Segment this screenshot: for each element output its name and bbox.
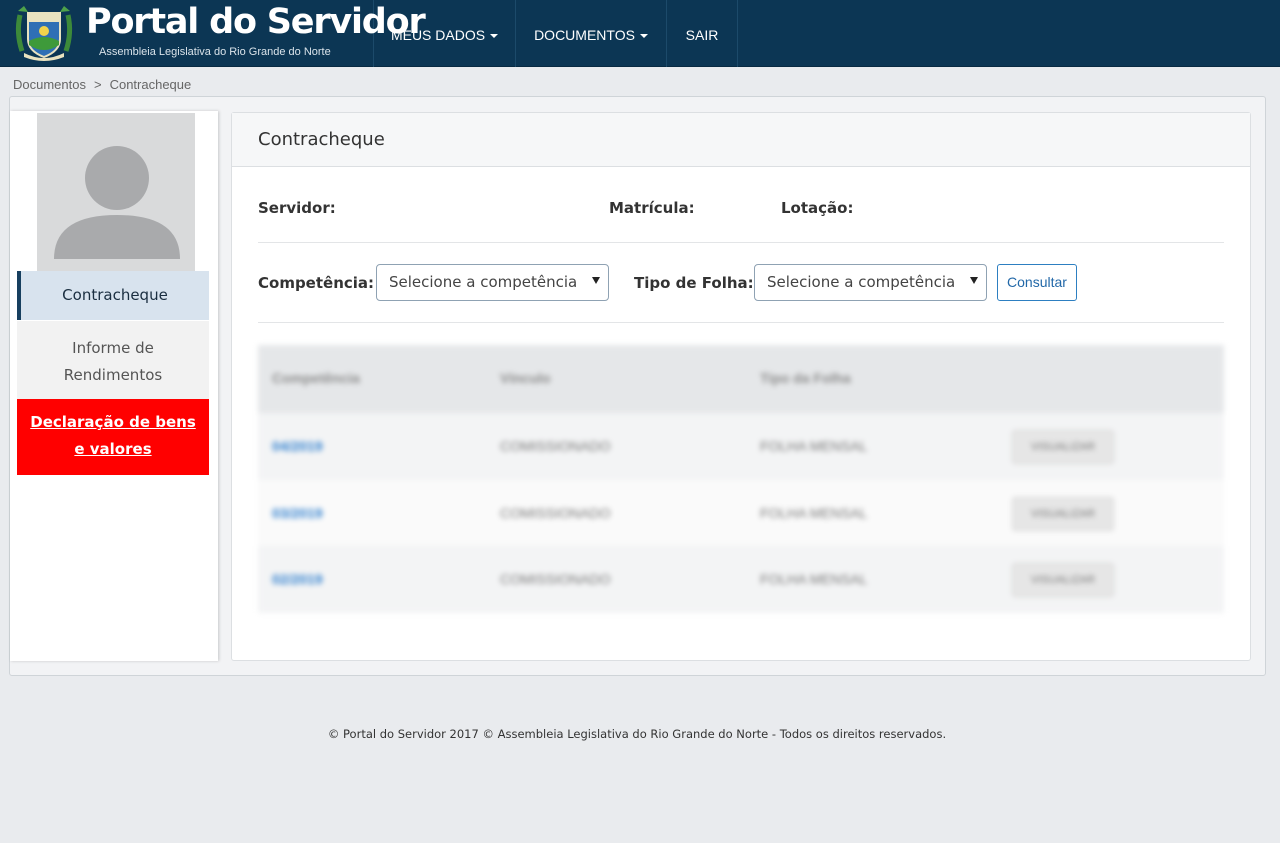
table-header-row: Competência Vínculo Tipo da Folha bbox=[258, 345, 1224, 413]
competencia-link[interactable]: 02/2019 bbox=[272, 546, 323, 613]
tipo-folha-select-value: Selecione a competência bbox=[767, 273, 956, 291]
nav-sair[interactable]: SAIR bbox=[667, 0, 738, 67]
table-row: 03/2019 COMISSIONADO FOLHA MENSAL VISUAL… bbox=[258, 480, 1224, 547]
nav-documentos[interactable]: DOCUMENTOS bbox=[516, 0, 667, 67]
competencia-select-value: Selecione a competência bbox=[389, 273, 578, 291]
sidebar: Contracheque Informe de Rendimentos Decl… bbox=[10, 111, 218, 661]
table-header-competencia: Competência bbox=[272, 370, 360, 386]
table-header-tipo: Tipo da Folha bbox=[760, 370, 851, 386]
breadcrumb-separator: > bbox=[93, 77, 102, 92]
sidebar-item-declaracao-label-1: Declaração de bens bbox=[30, 413, 196, 431]
page-title: Contracheque bbox=[258, 129, 385, 150]
competencia-select[interactable]: Selecione a competência bbox=[376, 264, 609, 301]
results-table: Competência Vínculo Tipo da Folha 04/201… bbox=[258, 345, 1224, 614]
nav-documentos-label: DOCUMENTOS bbox=[534, 27, 635, 43]
caret-down-icon bbox=[639, 34, 648, 39]
brand-subtitle: Assembleia Legislativa do Rio Grande do … bbox=[99, 46, 331, 58]
sidebar-item-informe-rendimentos[interactable]: Informe de Rendimentos bbox=[17, 321, 209, 399]
matricula-label: Matrícula: bbox=[609, 199, 695, 217]
sidebar-item-informe-label-2: Rendimentos bbox=[63, 366, 163, 384]
competencia-link[interactable]: 03/2019 bbox=[272, 480, 323, 547]
consultar-button[interactable]: Consultar bbox=[997, 264, 1077, 301]
card-header: Contracheque bbox=[232, 113, 1250, 167]
visualizar-button[interactable]: VISUALIZAR bbox=[1012, 430, 1114, 464]
visualizar-button[interactable]: VISUALIZAR bbox=[1012, 497, 1114, 531]
state-crest-icon bbox=[15, 6, 73, 61]
vinculo-cell: COMISSIONADO bbox=[500, 438, 611, 454]
divider bbox=[258, 322, 1224, 323]
footer-copyright: © Portal do Servidor 2017 © Assembleia L… bbox=[327, 727, 947, 741]
tipo-cell: FOLHA MENSAL bbox=[760, 571, 868, 587]
caret-down-icon bbox=[490, 34, 499, 39]
user-placeholder-icon bbox=[54, 146, 180, 259]
top-navbar: Portal do Servidor Assembleia Legislativ… bbox=[0, 0, 1280, 67]
competencia-label: Competência: bbox=[258, 274, 375, 292]
visualizar-button[interactable]: VISUALIZAR bbox=[1012, 563, 1114, 597]
sidebar-item-contracheque[interactable]: Contracheque bbox=[17, 271, 209, 320]
table-row: 02/2019 COMISSIONADO FOLHA MENSAL VISUAL… bbox=[258, 546, 1224, 613]
competencia-link[interactable]: 04/2019 bbox=[272, 413, 323, 480]
sidebar-item-declaracao-bens[interactable]: Declaração de bens e valores bbox=[17, 399, 209, 475]
vinculo-cell: COMISSIONADO bbox=[500, 505, 611, 521]
tipo-folha-label: Tipo de Folha: bbox=[634, 274, 754, 292]
tipo-cell: FOLHA MENSAL bbox=[760, 505, 868, 521]
breadcrumb-contracheque: Contracheque bbox=[109, 77, 192, 92]
sidebar-item-contracheque-label: Contracheque bbox=[62, 286, 168, 304]
table-row: 04/2019 COMISSIONADO FOLHA MENSAL VISUAL… bbox=[258, 413, 1224, 480]
divider bbox=[258, 242, 1224, 243]
sidebar-item-declaracao-label-2: e valores bbox=[74, 440, 152, 458]
tipo-cell: FOLHA MENSAL bbox=[760, 438, 868, 454]
dropdown-arrow-icon bbox=[970, 277, 978, 284]
brand[interactable]: Portal do Servidor Assembleia Legislativ… bbox=[0, 0, 426, 67]
lotacao-label: Lotação: bbox=[781, 199, 854, 217]
tipo-folha-select[interactable]: Selecione a competência bbox=[754, 264, 987, 301]
sidebar-item-informe-label-1: Informe de bbox=[72, 339, 154, 357]
breadcrumb: Documentos > Contracheque bbox=[13, 77, 191, 92]
avatar bbox=[37, 113, 195, 271]
contracheque-card: Contracheque Servidor: Matrícula: Lotaçã… bbox=[231, 112, 1251, 661]
nav-meus-dados-label: MEUS DADOS bbox=[390, 27, 486, 43]
nav-sair-label: SAIR bbox=[685, 27, 719, 43]
table-header-vinculo: Vínculo bbox=[500, 370, 551, 386]
breadcrumb-documentos[interactable]: Documentos bbox=[13, 77, 86, 92]
dropdown-arrow-icon bbox=[592, 277, 600, 284]
servidor-label: Servidor: bbox=[258, 199, 336, 217]
vinculo-cell: COMISSIONADO bbox=[500, 571, 611, 587]
nav-meus-dados[interactable]: MEUS DADOS bbox=[374, 0, 516, 67]
